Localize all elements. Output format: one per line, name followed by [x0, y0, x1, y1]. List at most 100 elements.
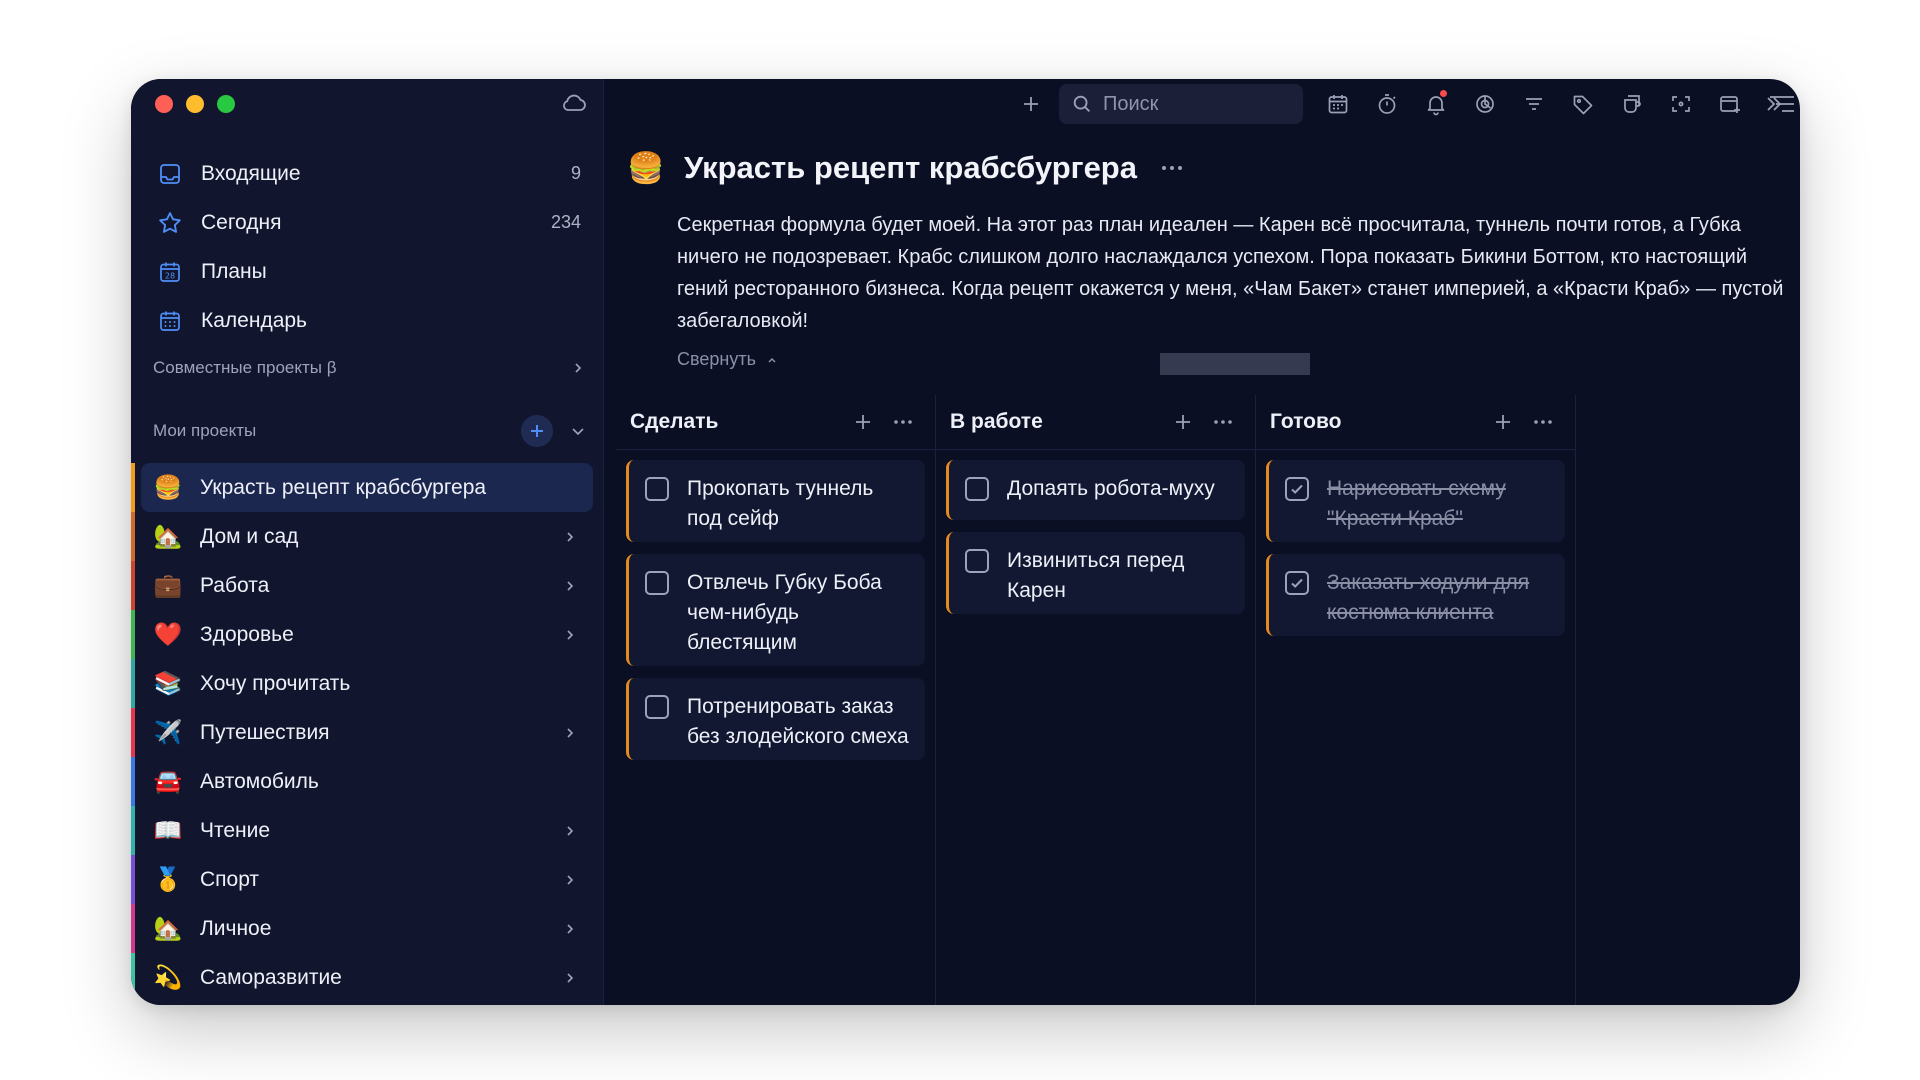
inbox-count: 9 [570, 163, 581, 183]
column-more-button[interactable] [1203, 407, 1243, 437]
task-card[interactable]: Прокопать туннель под сейф [626, 460, 925, 542]
star-icon [156, 209, 184, 237]
sidebar-item-calendar[interactable]: Календарь [131, 296, 603, 345]
search-placeholder: Поиск [1103, 92, 1159, 115]
filter-button[interactable] [1509, 82, 1558, 126]
project-label: Чтение [200, 818, 271, 842]
project-label: Здоровье [200, 622, 294, 646]
column-title[interactable]: Готово [1270, 410, 1483, 434]
chevron-up-icon [768, 357, 776, 363]
sidebar-item-plans[interactable]: 28 Планы [131, 247, 603, 296]
add-button[interactable] [1006, 82, 1055, 126]
shared-projects-section[interactable]: Совместные проекты β [153, 357, 589, 379]
sidebar-project-item[interactable]: 💫 Саморазвитие [131, 953, 593, 1002]
add-task-button[interactable] [1483, 407, 1523, 437]
kanban-board: Сделать Прокопать туннель под сейф Отвлечь… [616, 395, 1800, 1005]
project-label: Автомобиль [200, 769, 319, 793]
screenshot-button[interactable] [1656, 82, 1705, 126]
task-card[interactable]: Нарисовать схему "Красти Краб" [1266, 460, 1565, 542]
calendar-button[interactable] [1313, 82, 1362, 126]
focus-button[interactable] [1460, 82, 1509, 126]
collapse-label: Свернуть [677, 349, 756, 369]
task-checkbox[interactable] [965, 477, 989, 501]
project-color-bar [131, 953, 135, 1002]
close-window-button[interactable] [155, 95, 173, 113]
task-checkbox[interactable] [645, 477, 669, 501]
task-checkbox[interactable] [645, 571, 669, 595]
chevron-right-icon[interactable] [559, 722, 581, 744]
sidebar-nav: Входящие 9 Сегодня 234 28 Планы Календар… [131, 149, 603, 345]
sidebar-project-item[interactable]: 💼 Работа [131, 561, 593, 610]
collapse-description-button[interactable]: Свернуть [677, 349, 778, 370]
page-title[interactable]: Украсть рецепт крабсбургера [684, 150, 1137, 186]
horizontal-scrollbar[interactable] [1160, 353, 1310, 375]
task-checkbox[interactable] [1285, 477, 1309, 501]
sidebar-item-inbox[interactable]: Входящие 9 [131, 149, 603, 198]
sidebar: Входящие 9 Сегодня 234 28 Планы Календар… [131, 79, 604, 1005]
chevron-right-icon[interactable] [559, 869, 581, 891]
more-options-icon[interactable] [1159, 158, 1185, 178]
break-button[interactable] [1607, 82, 1656, 126]
project-emoji-icon: 🏡 [153, 523, 183, 549]
column-header: В работе [936, 395, 1255, 450]
chevron-down-icon[interactable] [567, 420, 589, 442]
screenshot-icon [1671, 96, 1690, 112]
sidebar-project-item[interactable]: 🏡 Дом и сад [131, 512, 593, 561]
task-card[interactable]: Допаять робота-муху [946, 460, 1245, 520]
sidebar-project-item[interactable]: 🥇 Спорт [131, 855, 593, 904]
main-panel: Поиск 🍔 Украсть рецепт крабсбургера Секр… [604, 79, 1800, 1005]
sort-icon[interactable] [1768, 93, 1796, 115]
column-title[interactable]: Сделать [630, 410, 843, 434]
column-header: Сделать [616, 395, 935, 450]
sidebar-project-item[interactable]: ❤️ Здоровье [131, 610, 593, 659]
task-title: Заказать ходули для костюма клиента [1327, 571, 1530, 624]
task-card[interactable]: Отвлечь Губку Боба чем-нибудь блестящим [626, 554, 925, 666]
minimize-window-button[interactable] [186, 95, 204, 113]
project-emoji-icon: 💼 [153, 572, 183, 598]
column-more-button[interactable] [1523, 407, 1563, 437]
sidebar-project-item[interactable]: 🏡 Личное [131, 904, 593, 953]
chevron-right-icon[interactable] [559, 526, 581, 548]
timer-button[interactable] [1362, 82, 1411, 126]
task-checkbox[interactable] [1285, 571, 1309, 595]
task-card[interactable]: Потренировать заказ без злодейского смех… [626, 678, 925, 760]
plans-calendar-icon: 28 [156, 258, 184, 286]
sidebar-project-item[interactable]: 🍔 Украсть рецепт крабсбургера [131, 463, 593, 512]
column-more-button[interactable] [883, 407, 923, 437]
my-projects-label: Мои проекты [153, 421, 257, 440]
tags-button[interactable] [1558, 82, 1607, 126]
task-checkbox[interactable] [645, 695, 669, 719]
chevron-right-icon[interactable] [559, 820, 581, 842]
task-title: Отвлечь Губку Боба чем-нибудь блестящим [687, 571, 882, 654]
project-description[interactable]: Секретная формула будет моей. На этот ра… [677, 209, 1787, 337]
sidebar-project-item[interactable]: 🚘 Автомобиль [131, 757, 593, 806]
task-card[interactable]: Заказать ходули для костюма клиента [1266, 554, 1565, 636]
svg-text:28: 28 [165, 271, 175, 280]
new-window-button[interactable] [1705, 82, 1754, 126]
project-emoji-icon[interactable]: 🍔 [626, 151, 666, 186]
chevron-right-icon[interactable] [559, 624, 581, 646]
add-task-button[interactable] [843, 407, 883, 437]
sidebar-item-label: Сегодня [201, 210, 282, 234]
search-input[interactable]: Поиск [1059, 84, 1303, 124]
chevron-right-icon[interactable] [559, 575, 581, 597]
chevron-right-icon[interactable] [559, 918, 581, 940]
sidebar-project-item[interactable]: ✈️ Путешествия [131, 708, 593, 757]
filter-icon [1525, 98, 1542, 110]
cloud-sync-icon[interactable] [561, 93, 587, 113]
task-title: Допаять робота-муху [1007, 477, 1215, 500]
notifications-button[interactable] [1411, 82, 1460, 126]
sidebar-project-item[interactable]: 📚 Хочу прочитать [131, 659, 593, 708]
shared-projects-label: Совместные проекты β [153, 358, 337, 377]
sidebar-item-today[interactable]: Сегодня 234 [131, 198, 603, 247]
column-title[interactable]: В работе [950, 410, 1163, 434]
calendar-icon [1328, 95, 1347, 114]
zoom-window-button[interactable] [217, 95, 235, 113]
task-checkbox[interactable] [965, 549, 989, 573]
add-project-button[interactable] [521, 415, 553, 447]
task-card[interactable]: Извиниться перед Карен [946, 532, 1245, 614]
project-label: Путешествия [200, 720, 330, 744]
add-task-button[interactable] [1163, 407, 1203, 437]
chevron-right-icon[interactable] [559, 967, 581, 989]
sidebar-project-item[interactable]: 📖 Чтение [131, 806, 593, 855]
